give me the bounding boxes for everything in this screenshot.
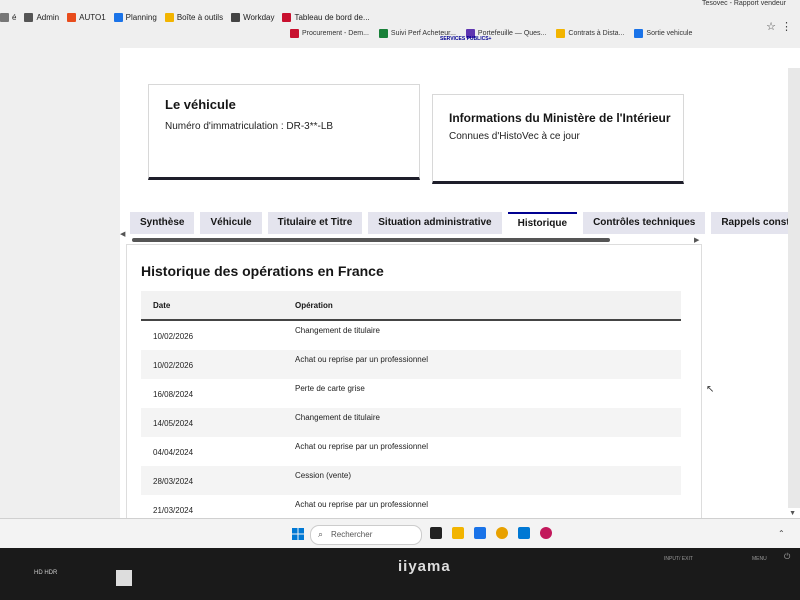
bookmark-label: Admin (36, 12, 60, 22)
bookmark-item[interactable]: Sortie vehicule (634, 28, 693, 38)
bookmark-label: Boîte à outils (176, 12, 224, 22)
monitor-menu-label: MENU (752, 556, 767, 562)
row-date: 10/02/2026 (153, 332, 194, 341)
monitor-hd-logo: HD HDR (34, 570, 58, 576)
bookmark-favicon-icon (67, 12, 77, 22)
row-date: 14/05/2024 (153, 419, 194, 428)
row-date: 28/03/2024 (153, 477, 194, 486)
bookmark-label: é (12, 12, 17, 22)
bookmark-item[interactable]: Planning (113, 12, 157, 22)
history-table-header: Date Opération (141, 291, 681, 321)
taskbar-search-label: Rechercher (331, 530, 373, 539)
mouse-cursor-icon: ↖ (706, 384, 715, 395)
qr-code-icon (116, 570, 132, 586)
page-content: Le véhicule Numéro d'immatriculation : D… (120, 48, 800, 536)
table-row: 10/02/2026 Changement de titulaire (141, 321, 681, 350)
row-operation: Achat ou reprise par un professionnel (295, 355, 428, 364)
table-row: 10/02/2026 Achat ou reprise par un profes… (141, 350, 681, 379)
bookmark-label: Sortie vehicule (646, 29, 693, 37)
vehicle-card: Le véhicule Numéro d'immatriculation : D… (148, 84, 420, 180)
bookmarks-bar-secondary: Procurement - Dem... Suivi Perf Acheteur.… (290, 20, 800, 46)
registration-number: Numéro d'immatriculation : DR-3**-LB (165, 121, 334, 132)
monitor-brand: iiyama (398, 558, 451, 575)
scroll-down-icon[interactable]: ▼ (789, 510, 796, 517)
table-row: 16/08/2024 Perte de carte grise (141, 379, 681, 408)
search-icon: ⌕ (318, 529, 324, 539)
row-date: 04/04/2024 (153, 448, 194, 457)
chrome-icon[interactable] (496, 527, 508, 539)
column-header-date: Date (153, 301, 171, 310)
tab-titulaire-et-titre[interactable]: Titulaire et Titre (267, 212, 363, 234)
row-date: 10/02/2026 (153, 361, 194, 370)
tab-synthèse[interactable]: Synthèse (130, 212, 195, 234)
more-menu-icon[interactable]: ⋮ (781, 20, 792, 33)
bookmark-favicon-icon (113, 12, 123, 22)
table-row: 14/05/2024 Changement de titulaire (141, 408, 681, 437)
ministry-card: Informations du Ministère de l'Intérieur… (432, 94, 684, 184)
bookmark-item[interactable]: Admin (24, 12, 60, 22)
bookmark-label: AUTO1 (79, 12, 106, 22)
table-row: 04/04/2024 Achat ou reprise par un profes… (141, 437, 681, 466)
tabs-scroll-left-icon[interactable]: ◀ (120, 230, 125, 238)
tab-situation-administrative[interactable]: Situation administrative (368, 212, 502, 234)
bookmark-favicon-icon (231, 12, 241, 22)
row-operation: Perte de carte grise (295, 384, 365, 393)
task-view-icon[interactable] (430, 527, 442, 539)
bookmark-favicon-icon (164, 12, 174, 22)
taskbar-search[interactable]: ⌕ Rechercher (310, 525, 422, 545)
star-icon[interactable]: ☆ (766, 20, 776, 33)
app-icon[interactable] (540, 527, 552, 539)
tab-véhicule[interactable]: Véhicule (200, 212, 262, 234)
row-date: 16/08/2024 (153, 390, 194, 399)
file-explorer-icon[interactable] (452, 527, 464, 539)
row-operation: Changement de titulaire (295, 413, 380, 422)
row-date: 21/03/2024 (153, 506, 194, 515)
bookmark-label: Procurement - Dem... (302, 29, 369, 37)
bookmark-favicon-icon (556, 28, 566, 38)
bookmark-item[interactable]: Workday (231, 12, 275, 22)
row-operation: Changement de titulaire (295, 326, 380, 335)
bookmark-favicon-icon (24, 12, 34, 22)
row-operation: Cession (vente) (295, 471, 352, 480)
bookmark-item[interactable]: é (0, 12, 17, 22)
monitor-input-label: INPUT/ EXIT (664, 556, 693, 562)
power-icon[interactable]: ⏻ (784, 552, 790, 562)
vehicle-card-title: Le véhicule (165, 97, 236, 112)
windows-start-icon[interactable] (292, 528, 304, 540)
tray-chevron-icon[interactable]: ⌃ (778, 529, 785, 538)
monitor-screen: Tesovec - Rapport vendeur é Admin AUTO1 Pla… (0, 0, 800, 548)
bookmark-favicon-icon (634, 28, 644, 38)
bookmark-item[interactable]: Boîte à outils (164, 12, 224, 22)
history-panel: Historique des opérations en France Date… (126, 244, 702, 536)
tab-contrôles-techniques[interactable]: Contrôles techniques (583, 212, 706, 234)
monitor-bezel: HD HDR iiyama INPUT/ EXIT MENU ⏻ (0, 548, 800, 600)
bookmark-item[interactable]: Procurement - Dem... (290, 28, 369, 38)
column-header-operation: Opération (295, 301, 333, 310)
bookmark-favicon-icon (0, 12, 9, 22)
tab-rappels-construc[interactable]: Rappels construc (711, 212, 800, 234)
bookmark-label: Planning (125, 12, 157, 22)
table-row: 28/03/2024 Cession (vente) (141, 466, 681, 495)
store-icon[interactable] (474, 527, 486, 539)
outlook-icon[interactable] (518, 527, 530, 539)
bookmark-favicon-icon (290, 28, 299, 38)
tab-historique[interactable]: Historique (507, 212, 578, 234)
row-operation: Achat ou reprise par un professionnel (295, 500, 428, 509)
tab-bar: Synthèse Véhicule Titulaire et Titre Situat… (130, 212, 800, 236)
ministry-card-title: Informations du Ministère de l'Intérieur (449, 111, 671, 125)
ministry-card-subtitle: Connues d'HistoVec à ce jour (449, 131, 580, 142)
bookmark-item[interactable]: AUTO1 (67, 12, 106, 22)
bookmark-label: Workday (243, 12, 275, 22)
bookmark-favicon-icon (378, 28, 388, 38)
tabs-scroll-right-icon[interactable]: ▶ (694, 236, 699, 244)
row-operation: Achat ou reprise par un professionnel (295, 442, 428, 451)
bookmark-item[interactable]: Contrats à Dista... (556, 28, 625, 38)
taskbar: ⌕ Rechercher ⌃ (0, 518, 800, 548)
services-publics-logo: SERVICES PUBLICS+ (440, 36, 492, 42)
page-scrollbar[interactable] (788, 68, 800, 508)
history-title: Historique des opérations en France (141, 263, 384, 279)
bookmark-label: Contrats à Dista... (568, 29, 625, 37)
tabs-scrollbar[interactable] (132, 238, 610, 242)
